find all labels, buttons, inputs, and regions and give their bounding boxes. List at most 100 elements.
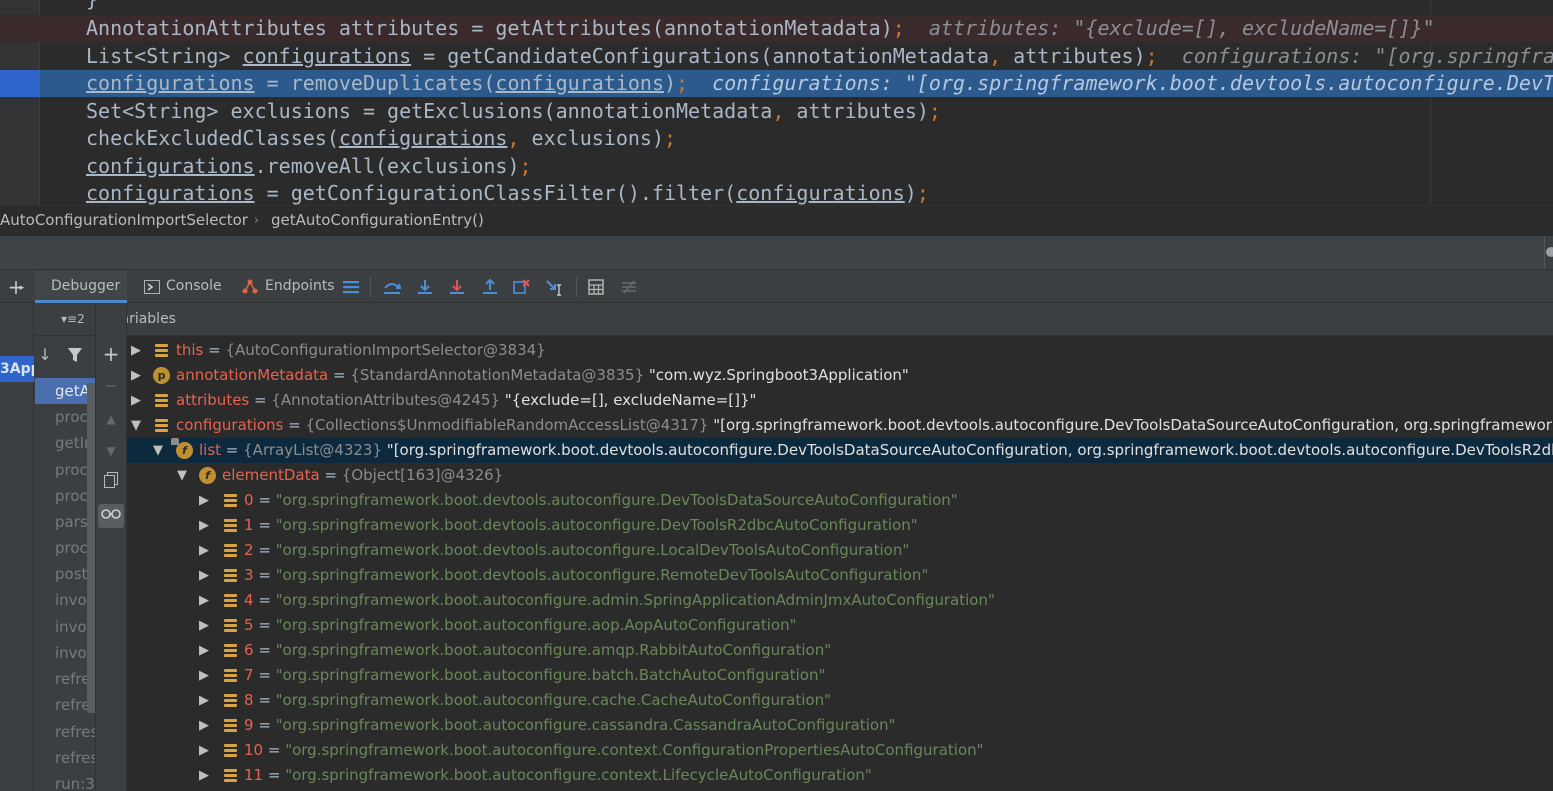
code-line[interactable]: List<String> configurations = getCandida…: [0, 43, 1553, 70]
array-element-row[interactable]: ▶ 10 = "org.springframework.boot.autoconf…: [127, 738, 1553, 763]
frame-item[interactable]: invok: [35, 587, 95, 613]
variable-equals: =: [253, 491, 276, 509]
element-index: 7: [244, 666, 254, 684]
code-line[interactable]: configurations = getConfigurationClassFi…: [0, 180, 1553, 205]
code-editor[interactable]: } AnnotationAttributes attributes = getA…: [0, 0, 1553, 205]
copy-icon[interactable]: [100, 472, 122, 494]
array-element-row[interactable]: ▶ 2 = "org.springframework.boot.devtools.…: [127, 538, 1553, 563]
expand-arrow-right-icon[interactable]: ▶: [131, 338, 145, 363]
watches-glasses-icon[interactable]: [98, 504, 124, 528]
step-over-icon[interactable]: [382, 277, 402, 297]
hamburger-icon[interactable]: [341, 277, 361, 297]
frame-item[interactable]: parse: [35, 509, 95, 535]
force-step-into-icon[interactable]: [447, 277, 467, 297]
array-element-row[interactable]: ▶ 1 = "org.springframework.boot.devtools.…: [127, 513, 1553, 538]
frame-item[interactable]: proce: [35, 404, 95, 430]
tab-console[interactable]: Console: [166, 270, 222, 303]
tab-debugger[interactable]: Debugger: [35, 270, 127, 303]
code-line[interactable]: }: [0, 0, 1553, 13]
frame-item[interactable]: proce: [35, 457, 95, 483]
variable-name: attributes: [176, 391, 250, 409]
expand-arrow-right-icon[interactable]: ▶: [199, 738, 213, 763]
array-element-row[interactable]: ▶ 8 = "org.springframework.boot.autoconfi…: [127, 688, 1553, 713]
element-index: 11: [244, 766, 264, 784]
element-index: 1: [244, 516, 254, 534]
expand-arrow-right-icon[interactable]: ▶: [199, 688, 213, 713]
plus-icon[interactable]: +: [100, 343, 122, 365]
variable-type: {AnnotationAttributes@4245}: [271, 391, 500, 409]
move-up-icon[interactable]: ▲: [100, 408, 122, 430]
debug-session-tab[interactable]: [0, 236, 1545, 269]
trace-icon[interactable]: [619, 277, 639, 297]
frame-item[interactable]: postP: [35, 561, 95, 587]
frame-item[interactable]: refres: [35, 692, 95, 718]
variable-row[interactable]: ▶ attributes = {AnnotationAttributes@4245…: [127, 388, 1553, 413]
session-status-dot: [1546, 247, 1553, 257]
expand-arrow-right-icon[interactable]: ▶: [199, 588, 213, 613]
code-line[interactable]: AnnotationAttributes attributes = getAtt…: [0, 15, 1553, 42]
array-element-row[interactable]: ▶ 0 = "org.springframework.boot.devtools.…: [127, 488, 1553, 513]
variable-row[interactable]: ▼ configurations = {Collections$Unmodifia…: [127, 413, 1553, 438]
variable-equals: =: [283, 416, 306, 434]
array-element-row[interactable]: ▶ 3 = "org.springframework.boot.devtools.…: [127, 563, 1553, 588]
expand-arrow-right-icon[interactable]: ▶: [131, 363, 145, 388]
code-line[interactable]: checkExcludedClasses(configurations, exc…: [0, 125, 1553, 152]
variable-text: annotationMetadata = {StandardAnnotation…: [176, 363, 909, 388]
variable-row[interactable]: ▶ p annotationMetadata = {StandardAnnotati…: [127, 363, 1553, 388]
expand-arrow-down-icon[interactable]: ▼: [131, 413, 145, 438]
frame-item[interactable]: invok: [35, 614, 95, 640]
run-to-cursor-icon[interactable]: [545, 277, 565, 297]
frames-scrollbar[interactable]: [87, 383, 95, 713]
inline-debug-value: configurations: "[org.springframework.bo…: [712, 71, 1553, 95]
frame-item[interactable]: getAu: [35, 378, 95, 404]
variable-row[interactable]: ▼ f elementData = {Object[163]@4326}: [127, 463, 1553, 488]
array-element-row[interactable]: ▶ 5 = "org.springframework.boot.autoconfi…: [127, 613, 1553, 638]
array-element-row[interactable]: ▶ 9 = "org.springframework.boot.autoconfi…: [127, 713, 1553, 738]
step-into-icon[interactable]: [415, 277, 435, 297]
array-element-row[interactable]: ▶ 7 = "org.springframework.boot.autoconfi…: [127, 663, 1553, 688]
tab-endpoints[interactable]: Endpoints: [265, 270, 335, 303]
expand-arrow-right-icon[interactable]: ▶: [199, 513, 213, 538]
thread-selector[interactable]: 3App: [0, 356, 34, 382]
expand-arrow-right-icon[interactable]: ▶: [199, 613, 213, 638]
array-element-row[interactable]: ▶ 6 = "org.springframework.boot.autoconfi…: [127, 638, 1553, 663]
frame-item[interactable]: invok: [35, 640, 95, 666]
step-out-icon[interactable]: [480, 277, 500, 297]
frame-item[interactable]: proce: [35, 483, 95, 509]
code-line[interactable]: Set<String> exclusions = getExclusions(a…: [0, 98, 1553, 125]
minus-icon[interactable]: −: [100, 375, 122, 397]
expand-arrow-down-icon[interactable]: ▼: [153, 438, 167, 463]
element-value: "org.springframework.boot.autoconfigure.…: [285, 766, 872, 784]
array-element-row[interactable]: ▶ 4 = "org.springframework.boot.autoconfi…: [127, 588, 1553, 613]
expand-arrow-right-icon[interactable]: ▶: [199, 563, 213, 588]
arrow-down-icon[interactable]: ↓: [35, 345, 55, 365]
frame-item[interactable]: refres: [35, 666, 95, 692]
breadcrumb-method[interactable]: getAutoConfigurationEntry(): [271, 206, 484, 235]
expand-arrow-right-icon[interactable]: ▶: [199, 638, 213, 663]
frame-item[interactable]: getIm: [35, 430, 95, 456]
frame-item[interactable]: run:3: [35, 771, 95, 791]
variable-row[interactable]: ▼ f list = {ArrayList@4323} "[org.springfr…: [127, 438, 1553, 463]
code-text: AnnotationAttributes attributes = getAtt…: [86, 16, 1435, 40]
expand-arrow-right-icon[interactable]: ▶: [199, 663, 213, 688]
execution-point-line[interactable]: configurations = removeDuplicates(config…: [0, 70, 1553, 97]
expand-arrow-right-icon[interactable]: ▶: [199, 488, 213, 513]
frame-item[interactable]: refres: [35, 719, 95, 745]
variable-text: 7 = "org.springframework.boot.autoconfig…: [244, 663, 825, 688]
variable-row[interactable]: ▶ this = {AutoConfigurationImportSelector…: [127, 338, 1553, 363]
code-line[interactable]: configurations.removeAll(exclusions);: [0, 153, 1553, 180]
breadcrumb-class[interactable]: AutoConfigurationImportSelector: [0, 206, 248, 235]
drop-frame-icon[interactable]: [512, 277, 532, 297]
expand-arrow-down-icon[interactable]: ▼: [177, 463, 191, 488]
expand-arrow-right-icon[interactable]: ▶: [199, 713, 213, 738]
calculator-icon[interactable]: [586, 277, 606, 297]
frame-item[interactable]: proce: [35, 535, 95, 561]
expand-arrow-right-icon[interactable]: ▶: [131, 388, 145, 413]
filter-icon[interactable]: [65, 345, 85, 365]
frame-item[interactable]: refres: [35, 745, 95, 771]
move-down-icon[interactable]: ▼: [100, 440, 122, 462]
expand-arrow-right-icon[interactable]: ▶: [199, 763, 213, 788]
frames-menu-button[interactable]: ▾≡2: [35, 303, 95, 336]
expand-arrow-right-icon[interactable]: ▶: [199, 538, 213, 563]
array-element-row[interactable]: ▶ 11 = "org.springframework.boot.autoconf…: [127, 763, 1553, 788]
